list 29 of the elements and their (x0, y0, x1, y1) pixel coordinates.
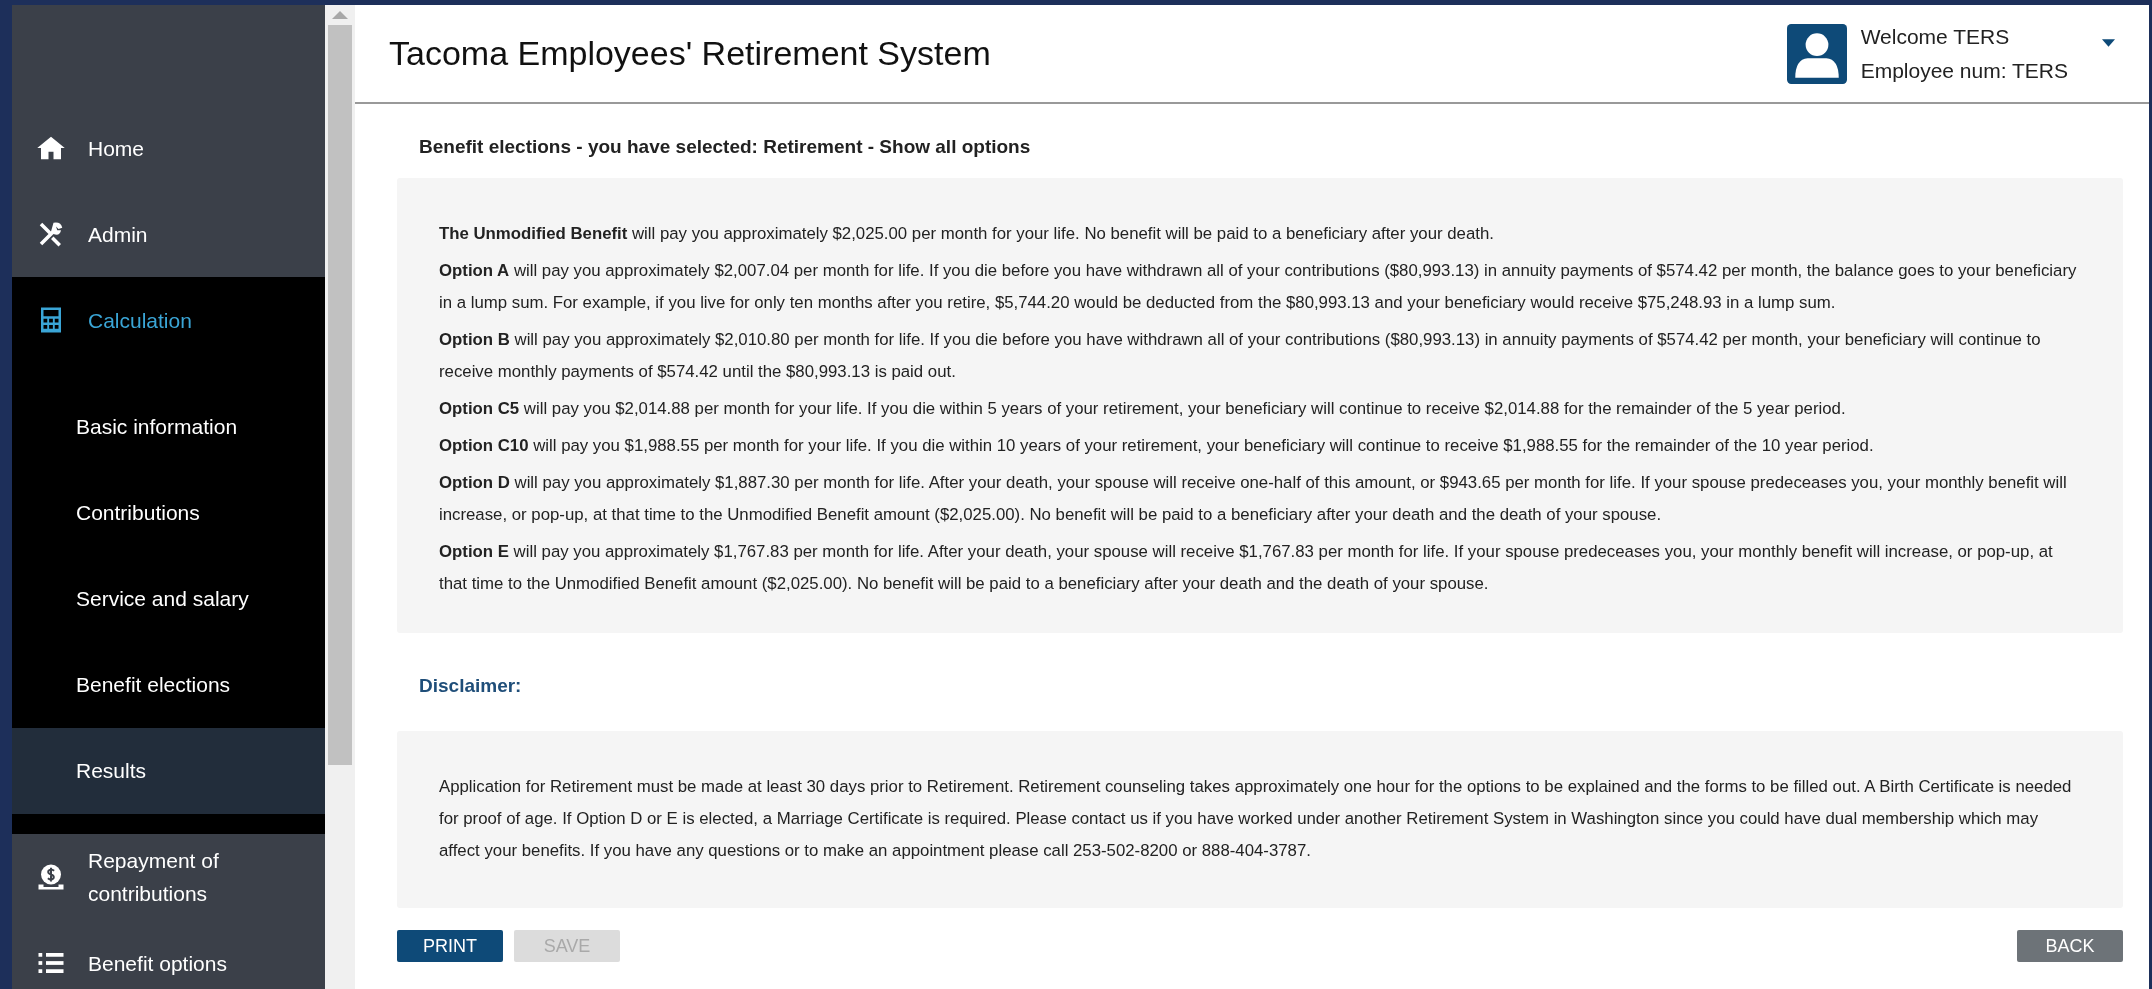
action-button[interactable]: PRINT (397, 930, 503, 962)
option-description: Option D will pay you approximately $1,887.30 per month for life. After your death, your spouse will receive one-half of this amount, or $943.65 per month for life. If your spouse predeceases you, your monthly benefit will increase, or pop-up, at that time to the Unmodified Benefit amount ($2,025.00). No benefit will be paid to a beneficiary after your death and the death of your spouse. (439, 472, 2068, 526)
user-avatar-icon (1786, 23, 1847, 84)
welcome-text: Welcome TERS (1860, 23, 2011, 50)
option-description: Option C10 will pay you $1,988.55 per month for your life. If you die within 10 years of your retirement, your beneficiary will continue to receive $1,988.55 for the remainder of the 10 year period. (439, 435, 1875, 457)
option-description: Option C5 will pay you $2,014.88 per month for your life. If you die within 5 years of your retirement, your beneficiary will continue to receive $2,014.88 for the remainder of the 5 year period. (439, 398, 1847, 420)
app-title: Tacoma Employees' Retirement System (389, 34, 991, 73)
submenu-item[interactable]: Contributions (12, 470, 325, 556)
money-icon (36, 862, 66, 892)
submenu-item[interactable]: Benefit elections (12, 642, 325, 728)
option-description: Option E will pay you approximately $1,767.83 per month for life. After your death, your spouse will receive $1,767.83 per month for life. If your spouse predeceases you, your monthly benefit will increase, or pop-up, at that time to the Unmodified Benefit amount ($2,025.00). No benefit will be paid to a beneficiary after your death and the death of your spouse. (439, 541, 2054, 595)
scrollbar[interactable] (325, 5, 355, 989)
employee-number: Employee num: TERS (1860, 57, 2068, 84)
disclaimer-heading: Disclaimer: (418, 674, 523, 698)
action-button[interactable]: BACK (2017, 930, 2123, 962)
option-description: Option A will pay you approximately $2,007.04 per month for life. If you die before you have withdrawn all of your contributions ($80,993.13) in annuity payments of $574.42 per month, the balance goes to your beneficiary in a lump sum. For example, if you live for only ten months after you retire, $5,744.20 would be deducted from the $80,993.13 and your beneficiary would receive $75,248.93 in a lump sum. (439, 260, 2078, 314)
option-description: Option B will pay you approximately $2,010.80 per month for life. If you die before you have withdrawn all of your contributions ($80,993.13) in annuity payments of $574.42 per month, your beneficiary will continue to receive monthly payments of $574.42 until the $80,993.13 is paid out. (439, 329, 2042, 383)
disclaimer-text: Application for Retirement must be made at least 30 days prior to Retirement. Retirement counseling takes approximately one hour for the options to be explained and the forms to be filled out. A Birth Certificate is needed for proof of age. If Option D or E is elected, a Marriage Certificate is required. Please contact us if you have worked under another Retirement System in Washington since you could have dual membership which may affect your benefits. If you have any questions or to make an appointment please call 253-502-8200 or 888-404-3787. (439, 776, 2073, 862)
nav-item[interactable]: Home (12, 105, 325, 191)
submenu-item[interactable]: Basic information (12, 384, 325, 470)
nav-item[interactable]: Calculation (12, 277, 325, 363)
section-heading: Benefit elections - you have selected: Retirement - Show all options (418, 135, 1032, 159)
option-description: The Unmodified Benefit will pay you approximately $2,025.00 per month for your life. No benefit will be paid to a beneficiary after your death. (439, 223, 1495, 245)
nav-item[interactable]: Benefit options (12, 920, 325, 989)
nav-item[interactable]: Admin (12, 191, 325, 277)
nav-item[interactable]: Repayment of contributions (12, 834, 325, 920)
caret-icon[interactable] (2102, 38, 2115, 47)
submenu-item[interactable]: Results (12, 728, 325, 814)
submenu-item[interactable]: Service and salary (12, 556, 325, 642)
